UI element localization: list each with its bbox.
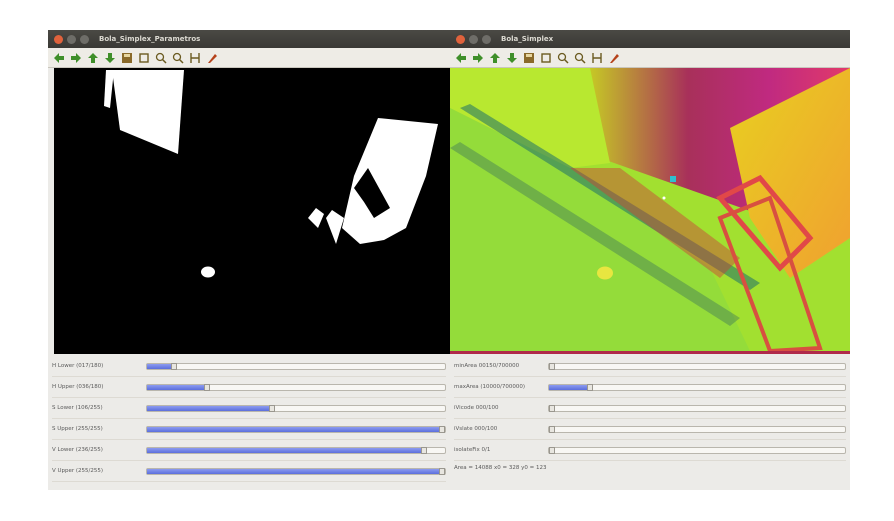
minimize-window-button[interactable]	[67, 34, 76, 44]
minimize-window-button[interactable]	[469, 34, 478, 44]
slider-fill	[147, 447, 425, 453]
slider-fill	[549, 384, 591, 390]
threshold-image[interactable]	[54, 68, 450, 354]
slider-row-ivslate: iVslate 000/100	[454, 419, 846, 440]
slider-row-s-upper: S Upper (255/255)	[52, 419, 446, 440]
properties-icon[interactable]	[607, 51, 621, 65]
arrow-right-icon[interactable]	[69, 51, 83, 65]
slider-handle[interactable]	[549, 446, 555, 454]
slider-handle[interactable]	[549, 425, 555, 433]
slider-handle[interactable]	[587, 383, 594, 391]
slider-panel: H Lower (017/180) H Upper (036/180) S Lo…	[48, 354, 450, 484]
slider-label: isolateFix 0/1	[454, 447, 491, 453]
slider-row-isolate-fix: isolateFix 0/1	[454, 440, 846, 461]
v-upper-slider[interactable]	[146, 467, 446, 475]
slider-row-ivicode: iVicode 000/100	[454, 398, 846, 419]
window-title: Bola_Simplex	[501, 35, 554, 43]
maximize-window-button[interactable]	[482, 34, 491, 44]
arrow-up-icon[interactable]	[488, 51, 502, 65]
slider-label: V Upper (255/255)	[52, 468, 104, 474]
slider-handle[interactable]	[269, 404, 276, 412]
v-lower-slider[interactable]	[146, 446, 446, 454]
toolbar	[48, 48, 450, 68]
slider-row-h-upper: H Upper (036/180)	[52, 377, 446, 398]
max-area-slider[interactable]	[548, 383, 846, 391]
slider-row-max-area: maxArea (10000/700000)	[454, 377, 846, 398]
ivicode-slider[interactable]	[548, 404, 846, 412]
slider-handle[interactable]	[549, 362, 555, 370]
save-icon[interactable]	[522, 51, 536, 65]
title-bar[interactable]: Bola_Simplex_Parametros	[48, 30, 450, 48]
slider-label: H Lower (017/180)	[52, 363, 104, 369]
zoom-in-icon[interactable]	[154, 51, 168, 65]
save-icon[interactable]	[120, 51, 134, 65]
slider-handle[interactable]	[439, 425, 445, 433]
slider-label: S Upper (255/255)	[52, 426, 103, 432]
close-window-button[interactable]	[456, 34, 465, 44]
title-bar[interactable]: Bola_Simplex	[450, 30, 850, 48]
slider-label: S Lower (106/255)	[52, 405, 103, 411]
slider-fill	[147, 405, 273, 411]
slider-row-s-lower: S Lower (106/255)	[52, 398, 446, 419]
slider-row-h-lower: H Lower (017/180)	[52, 356, 446, 377]
toolbar	[450, 48, 850, 68]
status-text: Area = 14088 x0 = 328 y0 = 123	[454, 465, 547, 471]
s-upper-slider[interactable]	[146, 425, 446, 433]
h-upper-slider[interactable]	[146, 383, 446, 391]
slider-label: V Lower (236/255)	[52, 447, 103, 453]
isolate-fix-slider[interactable]	[548, 446, 846, 454]
window-title: Bola_Simplex_Parametros	[99, 35, 201, 43]
hsv-image[interactable]	[450, 68, 850, 354]
slider-label: minArea 00150/700000	[454, 363, 520, 369]
zoom-fit-icon[interactable]	[188, 51, 202, 65]
slider-label: iVicode 000/100	[454, 405, 499, 411]
zoom-fit-icon[interactable]	[590, 51, 604, 65]
slider-row-v-upper: V Upper (255/255)	[52, 461, 446, 482]
min-area-slider[interactable]	[548, 362, 846, 370]
pan-icon[interactable]	[137, 51, 151, 65]
slider-handle[interactable]	[549, 404, 555, 412]
arrow-down-icon[interactable]	[505, 51, 519, 65]
threshold-window: Bola_Simplex_Parametros H Lower (017/180…	[48, 30, 450, 490]
slider-handle[interactable]	[439, 467, 445, 475]
slider-label: iVslate 000/100	[454, 426, 498, 432]
pan-icon[interactable]	[539, 51, 553, 65]
s-lower-slider[interactable]	[146, 404, 446, 412]
arrow-down-icon[interactable]	[103, 51, 117, 65]
arrow-left-icon[interactable]	[454, 51, 468, 65]
slider-fill	[147, 426, 445, 432]
slider-label: H Upper (036/180)	[52, 384, 104, 390]
zoom-out-icon[interactable]	[573, 51, 587, 65]
h-lower-slider[interactable]	[146, 362, 446, 370]
slider-row-v-lower: V Lower (236/255)	[52, 440, 446, 461]
slider-panel: minArea 00150/700000 maxArea (10000/7000…	[450, 354, 850, 477]
arrow-left-icon[interactable]	[52, 51, 66, 65]
slider-handle[interactable]	[203, 383, 210, 391]
arrow-right-icon[interactable]	[471, 51, 485, 65]
slider-handle[interactable]	[421, 446, 428, 454]
arrow-up-icon[interactable]	[86, 51, 100, 65]
slider-row-min-area: minArea 00150/700000	[454, 356, 846, 377]
slider-fill	[147, 363, 174, 369]
close-window-button[interactable]	[54, 34, 63, 44]
hsv-view-window: Bola_Simplex minArea 00150/700000 maxAre…	[450, 30, 850, 490]
zoom-out-icon[interactable]	[171, 51, 185, 65]
slider-label: maxArea (10000/700000)	[454, 384, 526, 390]
slider-fill	[147, 384, 207, 390]
maximize-window-button[interactable]	[80, 34, 89, 44]
ivslate-slider[interactable]	[548, 425, 846, 433]
properties-icon[interactable]	[205, 51, 219, 65]
slider-handle[interactable]	[170, 362, 177, 370]
zoom-in-icon[interactable]	[556, 51, 570, 65]
slider-fill	[147, 468, 445, 474]
